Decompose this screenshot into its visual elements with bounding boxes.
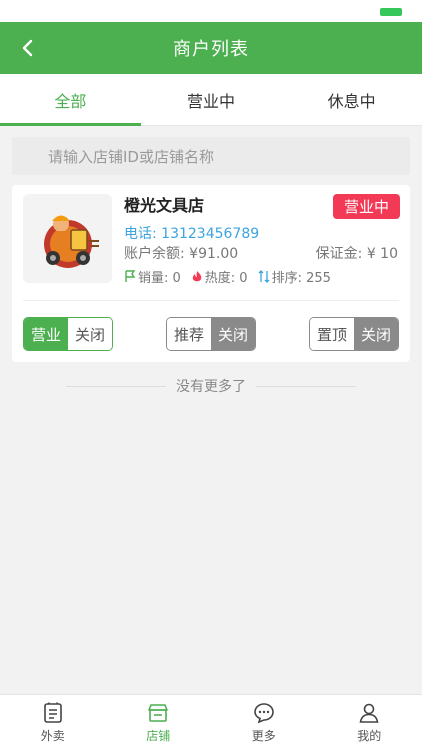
sales-stat: 销量: 0: [124, 267, 181, 286]
tabbar-item-mine[interactable]: 我的: [317, 695, 422, 750]
no-more-text: 没有更多了: [176, 379, 246, 395]
tabbar-item-more[interactable]: 更多: [211, 695, 317, 750]
rank-value: 排序: 255: [271, 271, 331, 286]
bottom-tab-bar: 外卖 店铺 更多 我的: [0, 694, 422, 750]
business-toggle-off[interactable]: 关闭: [68, 318, 112, 350]
fire-icon: [192, 271, 202, 282]
heat-value: 热度: 0: [204, 271, 248, 286]
tab-open[interactable]: 营业中: [141, 74, 282, 125]
rank-stat: 排序: 255: [258, 267, 331, 286]
tabbar-label: 更多: [251, 729, 276, 743]
recommend-toggle-off[interactable]: 关闭: [211, 318, 255, 350]
tabbar-label: 我的: [357, 729, 382, 743]
recommend-toggle[interactable]: 推荐 关闭: [166, 317, 256, 351]
nav-bar: 商户列表: [0, 22, 422, 74]
order-icon: [43, 702, 62, 723]
deposit: 保证金: ¥ 10: [315, 246, 398, 262]
search-input[interactable]: 请输入店铺ID或店铺名称: [12, 137, 410, 175]
divider: [23, 300, 399, 301]
list-end-notice: 没有更多了: [0, 372, 422, 400]
pin-top-toggle-off[interactable]: 关闭: [354, 318, 398, 350]
shop-name: 橙光文具店: [124, 196, 205, 215]
pin-top-toggle[interactable]: 置顶 关闭: [309, 317, 399, 351]
tabbar-item-shop[interactable]: 店铺: [106, 695, 212, 750]
divider-line: [66, 385, 166, 387]
sort-icon: [258, 270, 270, 283]
pin-top-toggle-on[interactable]: 置顶: [310, 318, 354, 350]
chat-icon: [253, 703, 274, 724]
recommend-toggle-on[interactable]: 推荐: [167, 318, 211, 350]
back-button[interactable]: [14, 34, 42, 62]
user-icon: [359, 703, 379, 723]
tabbar-item-takeout[interactable]: 外卖: [0, 695, 106, 750]
tab-all[interactable]: 全部: [0, 74, 141, 126]
shop-phone[interactable]: 电话: 13123456789: [124, 223, 259, 243]
chevron-left-icon: [22, 39, 33, 57]
status-bar: [0, 0, 422, 22]
divider-line: [256, 385, 356, 387]
business-toggle-on[interactable]: 营业: [24, 318, 68, 350]
status-badge: 营业中: [332, 194, 400, 219]
flag-icon: [125, 270, 136, 282]
account-balance: 账户余额: ¥91.00: [124, 246, 239, 262]
tab-resting[interactable]: 休息中: [281, 74, 422, 125]
shop-stats: 销量: 0 热度: 0 排序: 255: [124, 267, 331, 286]
sales-value: 销量: 0: [138, 271, 181, 286]
shop-card[interactable]: 橙光文具店 营业中 电话: 13123456789 账户余额: ¥91.00 保…: [12, 185, 410, 362]
delivery-rider-logo-icon: [43, 215, 99, 268]
tabbar-label: 店铺: [146, 729, 171, 743]
heat-stat: 热度: 0: [191, 267, 248, 286]
shop-logo: [23, 194, 112, 283]
page-title: 商户列表: [173, 39, 249, 60]
tabbar-label: 外卖: [40, 729, 65, 743]
shop-icon: [148, 704, 169, 722]
battery-icon: [380, 8, 402, 16]
business-toggle[interactable]: 营业 关闭: [23, 317, 113, 351]
filter-tabs: 全部 营业中 休息中: [0, 74, 422, 126]
